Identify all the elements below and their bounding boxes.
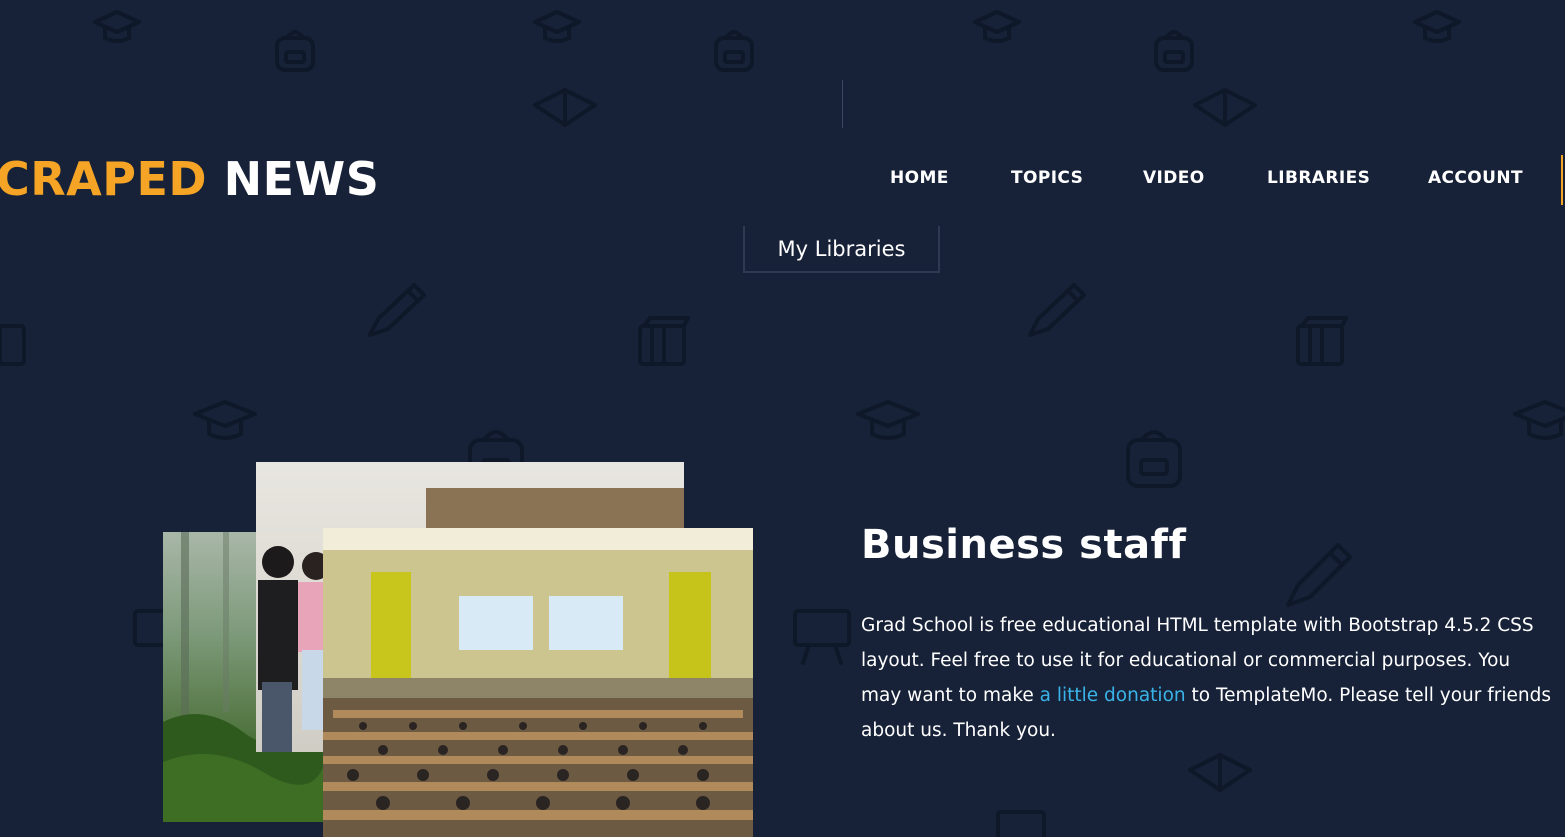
- easel-icon: [133, 609, 167, 647]
- donation-link[interactable]: a little donation: [1040, 685, 1186, 706]
- graduation-cap-icon: [1413, 10, 1461, 43]
- calculator-icon: [996, 810, 1046, 837]
- graduation-cap-icon: [856, 400, 920, 440]
- pencil-icon: [1028, 283, 1086, 337]
- graduation-cap-icon: [973, 10, 1021, 43]
- photo-collage: [163, 462, 753, 837]
- nav-item-account[interactable]: ACCOUNT: [1428, 168, 1523, 188]
- books-stack-icon: [0, 324, 26, 366]
- dropdown-item-label: My Libraries: [777, 236, 906, 261]
- books-stack-icon: [638, 316, 690, 366]
- nav-edge-indicator: [1561, 155, 1563, 205]
- libraries-dropdown-item[interactable]: My Libraries: [743, 226, 940, 273]
- book-icon: [1188, 753, 1252, 792]
- graduation-cap-icon: [1513, 400, 1565, 440]
- graduation-cap-icon: [93, 10, 141, 43]
- backpack-icon: [1154, 30, 1194, 72]
- book-icon: [1193, 88, 1257, 127]
- auditorium-photo: [323, 528, 753, 837]
- main-navigation: HOME TOPICS VIDEO LIBRARIES ACCOUNT: [0, 168, 1565, 192]
- graduation-cap-icon: [533, 10, 581, 43]
- nav-item-video[interactable]: VIDEO: [1143, 168, 1205, 188]
- pencil-icon: [1286, 543, 1352, 607]
- backpack-icon: [1126, 430, 1182, 488]
- article-paragraph: Grad School is free educational HTML tem…: [861, 608, 1551, 748]
- nav-item-topics[interactable]: TOPICS: [1011, 168, 1083, 188]
- backpack-icon: [714, 30, 754, 72]
- book-icon: [533, 88, 597, 127]
- article-title: Business staff: [861, 522, 1187, 568]
- dropdown-connector-line: [842, 80, 843, 128]
- backpack-icon: [275, 30, 315, 72]
- nav-item-libraries[interactable]: LIBRARIES: [1267, 168, 1370, 188]
- easel-icon: [793, 609, 851, 665]
- graduation-cap-icon: [193, 400, 257, 440]
- nav-item-home[interactable]: HOME: [890, 168, 949, 188]
- pencil-icon: [368, 283, 426, 337]
- books-stack-icon: [1296, 316, 1348, 366]
